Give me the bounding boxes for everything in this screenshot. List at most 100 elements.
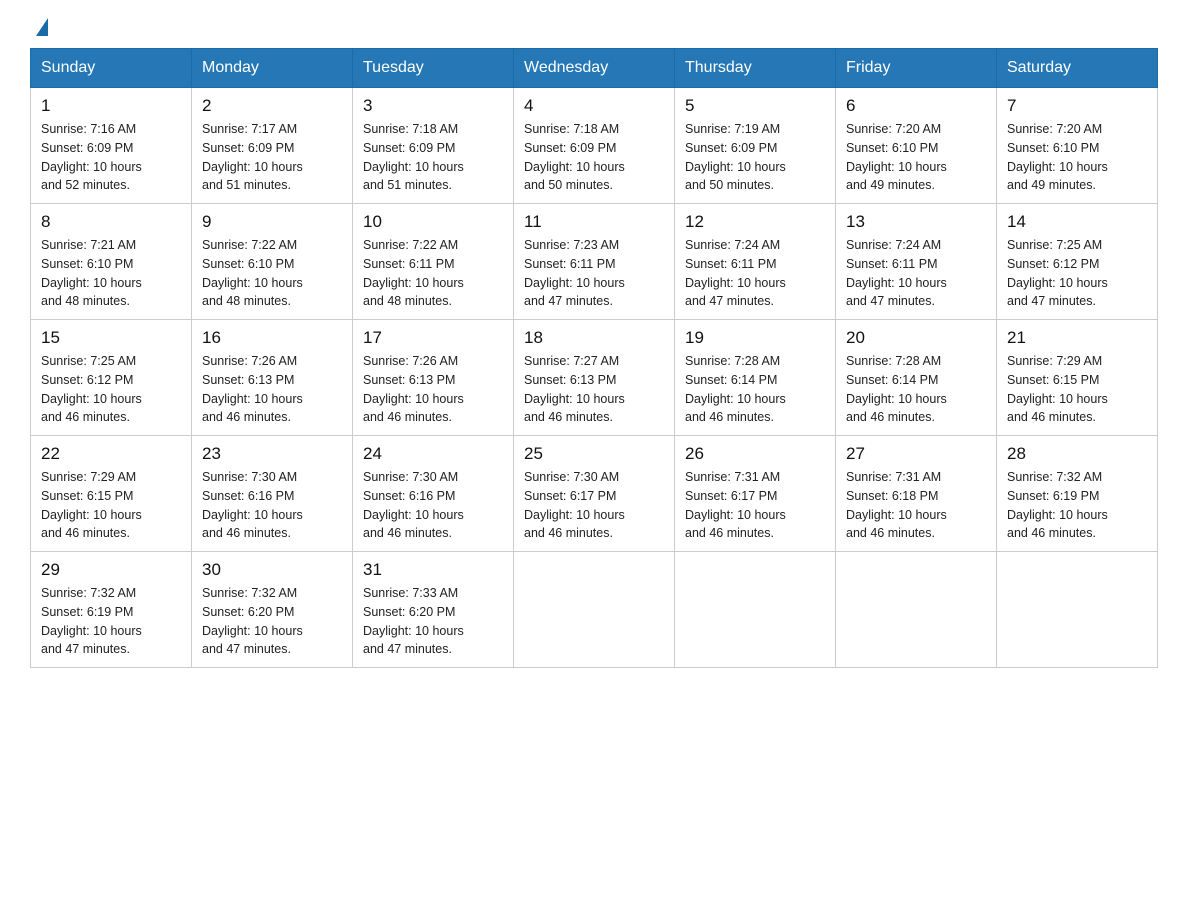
calendar-cell: 7 Sunrise: 7:20 AMSunset: 6:10 PMDayligh… — [997, 88, 1158, 204]
calendar-cell: 8 Sunrise: 7:21 AMSunset: 6:10 PMDayligh… — [31, 204, 192, 320]
day-number: 14 — [1007, 212, 1147, 232]
day-info: Sunrise: 7:20 AMSunset: 6:10 PMDaylight:… — [1007, 122, 1108, 192]
day-info: Sunrise: 7:17 AMSunset: 6:09 PMDaylight:… — [202, 122, 303, 192]
calendar-cell: 19 Sunrise: 7:28 AMSunset: 6:14 PMDaylig… — [675, 320, 836, 436]
logo — [30, 20, 56, 38]
page-header — [30, 20, 1158, 38]
column-header-saturday: Saturday — [997, 49, 1158, 88]
day-number: 15 — [41, 328, 181, 348]
column-header-wednesday: Wednesday — [514, 49, 675, 88]
calendar-cell — [514, 552, 675, 668]
column-header-tuesday: Tuesday — [353, 49, 514, 88]
calendar-week-row: 8 Sunrise: 7:21 AMSunset: 6:10 PMDayligh… — [31, 204, 1158, 320]
day-number: 7 — [1007, 96, 1147, 116]
day-number: 11 — [524, 212, 664, 232]
calendar-cell: 11 Sunrise: 7:23 AMSunset: 6:11 PMDaylig… — [514, 204, 675, 320]
calendar-cell: 14 Sunrise: 7:25 AMSunset: 6:12 PMDaylig… — [997, 204, 1158, 320]
day-number: 24 — [363, 444, 503, 464]
day-number: 6 — [846, 96, 986, 116]
day-number: 30 — [202, 560, 342, 580]
day-number: 18 — [524, 328, 664, 348]
day-info: Sunrise: 7:26 AMSunset: 6:13 PMDaylight:… — [363, 354, 464, 424]
calendar-cell: 18 Sunrise: 7:27 AMSunset: 6:13 PMDaylig… — [514, 320, 675, 436]
day-number: 13 — [846, 212, 986, 232]
day-info: Sunrise: 7:18 AMSunset: 6:09 PMDaylight:… — [524, 122, 625, 192]
day-info: Sunrise: 7:25 AMSunset: 6:12 PMDaylight:… — [1007, 238, 1108, 308]
calendar-cell: 12 Sunrise: 7:24 AMSunset: 6:11 PMDaylig… — [675, 204, 836, 320]
calendar-cell: 30 Sunrise: 7:32 AMSunset: 6:20 PMDaylig… — [192, 552, 353, 668]
column-header-friday: Friday — [836, 49, 997, 88]
logo-triangle-icon — [36, 18, 48, 36]
calendar-cell: 23 Sunrise: 7:30 AMSunset: 6:16 PMDaylig… — [192, 436, 353, 552]
calendar-cell: 20 Sunrise: 7:28 AMSunset: 6:14 PMDaylig… — [836, 320, 997, 436]
day-number: 21 — [1007, 328, 1147, 348]
calendar-cell: 27 Sunrise: 7:31 AMSunset: 6:18 PMDaylig… — [836, 436, 997, 552]
calendar-cell: 28 Sunrise: 7:32 AMSunset: 6:19 PMDaylig… — [997, 436, 1158, 552]
day-number: 31 — [363, 560, 503, 580]
day-info: Sunrise: 7:21 AMSunset: 6:10 PMDaylight:… — [41, 238, 142, 308]
day-number: 29 — [41, 560, 181, 580]
calendar-cell: 17 Sunrise: 7:26 AMSunset: 6:13 PMDaylig… — [353, 320, 514, 436]
day-info: Sunrise: 7:31 AMSunset: 6:17 PMDaylight:… — [685, 470, 786, 540]
calendar-cell — [675, 552, 836, 668]
day-number: 8 — [41, 212, 181, 232]
column-header-monday: Monday — [192, 49, 353, 88]
day-info: Sunrise: 7:32 AMSunset: 6:20 PMDaylight:… — [202, 586, 303, 656]
day-number: 4 — [524, 96, 664, 116]
calendar-cell — [836, 552, 997, 668]
day-number: 9 — [202, 212, 342, 232]
column-header-thursday: Thursday — [675, 49, 836, 88]
calendar-cell: 2 Sunrise: 7:17 AMSunset: 6:09 PMDayligh… — [192, 88, 353, 204]
calendar-cell: 16 Sunrise: 7:26 AMSunset: 6:13 PMDaylig… — [192, 320, 353, 436]
calendar-cell: 24 Sunrise: 7:30 AMSunset: 6:16 PMDaylig… — [353, 436, 514, 552]
day-info: Sunrise: 7:25 AMSunset: 6:12 PMDaylight:… — [41, 354, 142, 424]
day-number: 22 — [41, 444, 181, 464]
day-number: 25 — [524, 444, 664, 464]
day-number: 1 — [41, 96, 181, 116]
calendar-cell: 6 Sunrise: 7:20 AMSunset: 6:10 PMDayligh… — [836, 88, 997, 204]
calendar-week-row: 22 Sunrise: 7:29 AMSunset: 6:15 PMDaylig… — [31, 436, 1158, 552]
day-info: Sunrise: 7:23 AMSunset: 6:11 PMDaylight:… — [524, 238, 625, 308]
calendar-table: SundayMondayTuesdayWednesdayThursdayFrid… — [30, 48, 1158, 668]
calendar-week-row: 1 Sunrise: 7:16 AMSunset: 6:09 PMDayligh… — [31, 88, 1158, 204]
day-info: Sunrise: 7:30 AMSunset: 6:17 PMDaylight:… — [524, 470, 625, 540]
calendar-header-row: SundayMondayTuesdayWednesdayThursdayFrid… — [31, 49, 1158, 88]
calendar-week-row: 29 Sunrise: 7:32 AMSunset: 6:19 PMDaylig… — [31, 552, 1158, 668]
calendar-cell: 3 Sunrise: 7:18 AMSunset: 6:09 PMDayligh… — [353, 88, 514, 204]
calendar-week-row: 15 Sunrise: 7:25 AMSunset: 6:12 PMDaylig… — [31, 320, 1158, 436]
day-number: 20 — [846, 328, 986, 348]
calendar-cell — [997, 552, 1158, 668]
day-number: 27 — [846, 444, 986, 464]
calendar-cell: 21 Sunrise: 7:29 AMSunset: 6:15 PMDaylig… — [997, 320, 1158, 436]
day-info: Sunrise: 7:28 AMSunset: 6:14 PMDaylight:… — [846, 354, 947, 424]
day-info: Sunrise: 7:29 AMSunset: 6:15 PMDaylight:… — [1007, 354, 1108, 424]
day-number: 23 — [202, 444, 342, 464]
day-number: 2 — [202, 96, 342, 116]
day-number: 16 — [202, 328, 342, 348]
day-info: Sunrise: 7:16 AMSunset: 6:09 PMDaylight:… — [41, 122, 142, 192]
day-info: Sunrise: 7:18 AMSunset: 6:09 PMDaylight:… — [363, 122, 464, 192]
day-info: Sunrise: 7:22 AMSunset: 6:10 PMDaylight:… — [202, 238, 303, 308]
calendar-cell: 13 Sunrise: 7:24 AMSunset: 6:11 PMDaylig… — [836, 204, 997, 320]
day-info: Sunrise: 7:26 AMSunset: 6:13 PMDaylight:… — [202, 354, 303, 424]
day-number: 12 — [685, 212, 825, 232]
day-info: Sunrise: 7:30 AMSunset: 6:16 PMDaylight:… — [363, 470, 464, 540]
day-info: Sunrise: 7:33 AMSunset: 6:20 PMDaylight:… — [363, 586, 464, 656]
day-number: 5 — [685, 96, 825, 116]
calendar-cell: 31 Sunrise: 7:33 AMSunset: 6:20 PMDaylig… — [353, 552, 514, 668]
calendar-cell: 1 Sunrise: 7:16 AMSunset: 6:09 PMDayligh… — [31, 88, 192, 204]
calendar-cell: 29 Sunrise: 7:32 AMSunset: 6:19 PMDaylig… — [31, 552, 192, 668]
day-number: 19 — [685, 328, 825, 348]
day-info: Sunrise: 7:20 AMSunset: 6:10 PMDaylight:… — [846, 122, 947, 192]
calendar-cell: 4 Sunrise: 7:18 AMSunset: 6:09 PMDayligh… — [514, 88, 675, 204]
day-number: 17 — [363, 328, 503, 348]
day-info: Sunrise: 7:28 AMSunset: 6:14 PMDaylight:… — [685, 354, 786, 424]
calendar-cell: 5 Sunrise: 7:19 AMSunset: 6:09 PMDayligh… — [675, 88, 836, 204]
day-info: Sunrise: 7:24 AMSunset: 6:11 PMDaylight:… — [846, 238, 947, 308]
calendar-cell: 9 Sunrise: 7:22 AMSunset: 6:10 PMDayligh… — [192, 204, 353, 320]
day-info: Sunrise: 7:30 AMSunset: 6:16 PMDaylight:… — [202, 470, 303, 540]
day-info: Sunrise: 7:32 AMSunset: 6:19 PMDaylight:… — [1007, 470, 1108, 540]
day-info: Sunrise: 7:29 AMSunset: 6:15 PMDaylight:… — [41, 470, 142, 540]
day-info: Sunrise: 7:32 AMSunset: 6:19 PMDaylight:… — [41, 586, 142, 656]
calendar-cell: 10 Sunrise: 7:22 AMSunset: 6:11 PMDaylig… — [353, 204, 514, 320]
